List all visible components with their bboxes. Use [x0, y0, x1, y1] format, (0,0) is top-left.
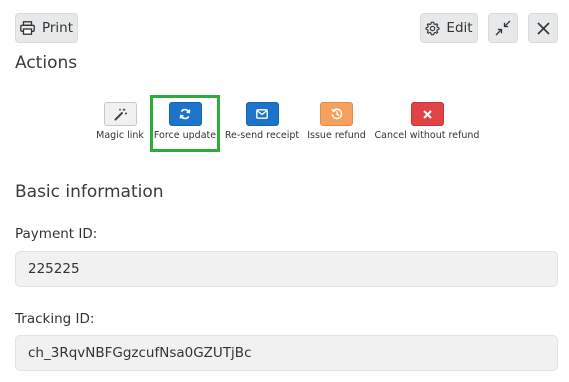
payment-id-value: 225225 — [28, 261, 80, 277]
edit-label: Edit — [446, 20, 473, 36]
refresh-icon — [179, 108, 191, 120]
resend-receipt-action[interactable]: Re-send receipt — [224, 102, 300, 141]
tracking-id-value: ch_3RqvNBFGgzcufNsa0GZUTjBc — [28, 345, 252, 361]
issue-refund-button[interactable] — [320, 102, 353, 126]
close-icon — [536, 21, 550, 35]
history-icon — [331, 108, 343, 120]
print-button[interactable]: Print — [15, 13, 78, 43]
cancel-without-refund-action[interactable]: Cancel without refund — [374, 102, 480, 141]
basic-information-heading: Basic information — [15, 182, 164, 202]
resend-receipt-label: Re-send receipt — [224, 130, 300, 141]
magic-link-label: Magic link — [96, 130, 144, 141]
payment-id-label: Payment ID: — [15, 226, 98, 242]
print-label: Print — [41, 20, 74, 36]
actions-heading: Actions — [15, 53, 78, 73]
gear-icon — [425, 21, 440, 36]
tracking-id-label: Tracking ID: — [15, 311, 95, 327]
cancel-without-refund-button[interactable] — [410, 102, 444, 126]
issue-refund-action[interactable]: Issue refund — [307, 102, 366, 141]
printer-icon — [20, 21, 35, 35]
issue-refund-label: Issue refund — [307, 130, 366, 141]
magic-link-button[interactable] — [103, 102, 137, 126]
close-button[interactable] — [528, 13, 558, 43]
resend-receipt-button[interactable] — [245, 102, 279, 126]
force-update-label: Force update — [153, 130, 217, 141]
collapse-button[interactable] — [488, 13, 518, 43]
cancel-without-refund-label: Cancel without refund — [374, 130, 480, 141]
force-update-button[interactable] — [168, 102, 202, 126]
force-update-action[interactable]: Force update — [153, 102, 217, 141]
envelope-icon — [256, 109, 268, 119]
tracking-id-field[interactable]: ch_3RqvNBFGgzcufNsa0GZUTjBc — [15, 335, 558, 371]
payment-id-field[interactable]: 225225 — [15, 251, 558, 287]
close-icon — [422, 109, 432, 119]
magic-wand-icon — [114, 108, 127, 121]
edit-button[interactable]: Edit — [420, 13, 478, 43]
compress-arrows-icon — [495, 20, 511, 36]
magic-link-action[interactable]: Magic link — [96, 102, 144, 141]
